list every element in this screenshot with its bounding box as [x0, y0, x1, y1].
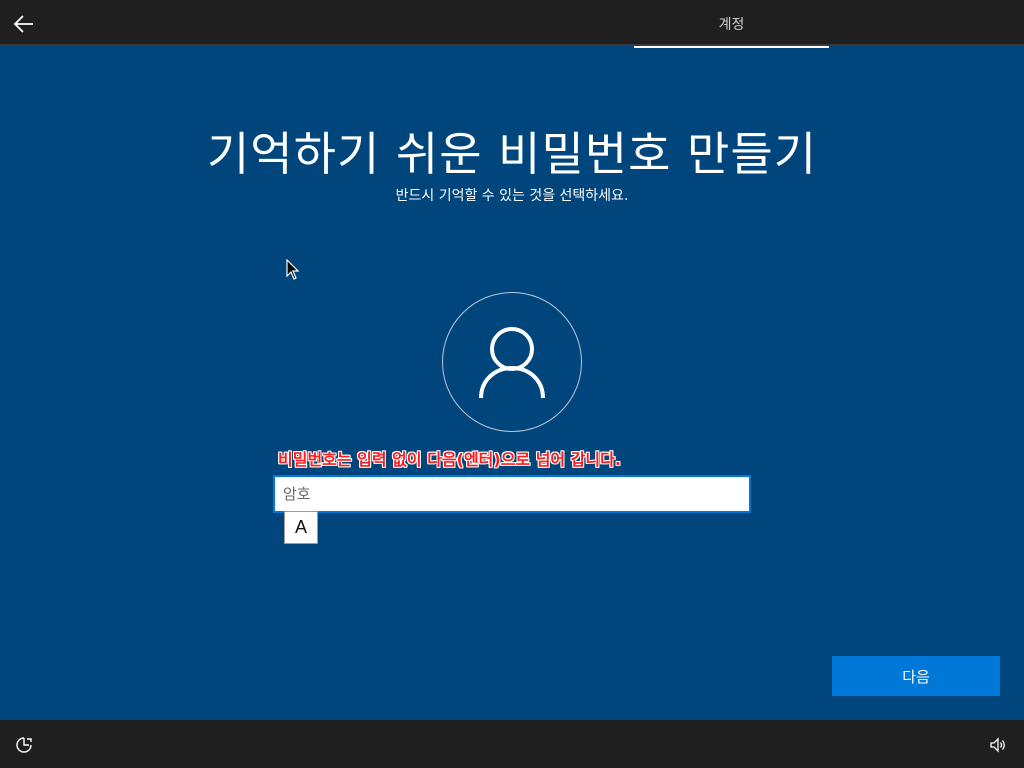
annotation-text: 비밀번호는 입력 없이 다음(엔터)으로 넘어 갑니다. [278, 450, 621, 469]
ease-of-access-button[interactable] [12, 733, 36, 757]
tab-underline [634, 46, 829, 48]
user-icon [479, 327, 545, 399]
volume-button[interactable] [986, 733, 1010, 757]
top-bar: 계정 [0, 0, 1024, 48]
password-input[interactable] [273, 475, 751, 513]
avatar [442, 292, 582, 432]
page-title: 기억하기 쉬운 비밀번호 만들기 [206, 127, 818, 181]
ease-of-access-icon [16, 737, 32, 753]
page-subtitle: 반드시 기억할 수 있는 것을 선택하세요. [395, 188, 629, 204]
volume-icon [990, 737, 1005, 753]
tab-account-label: 계정 [718, 17, 745, 33]
ime-indicator[interactable]: A [284, 511, 318, 544]
back-arrow-icon [13, 15, 33, 33]
mouse-cursor-icon [286, 259, 300, 280]
bottom-bar [0, 720, 1024, 768]
next-button[interactable]: 다음 [832, 656, 1000, 696]
back-button[interactable] [6, 6, 42, 42]
tab-account[interactable]: 계정 [634, 0, 829, 48]
